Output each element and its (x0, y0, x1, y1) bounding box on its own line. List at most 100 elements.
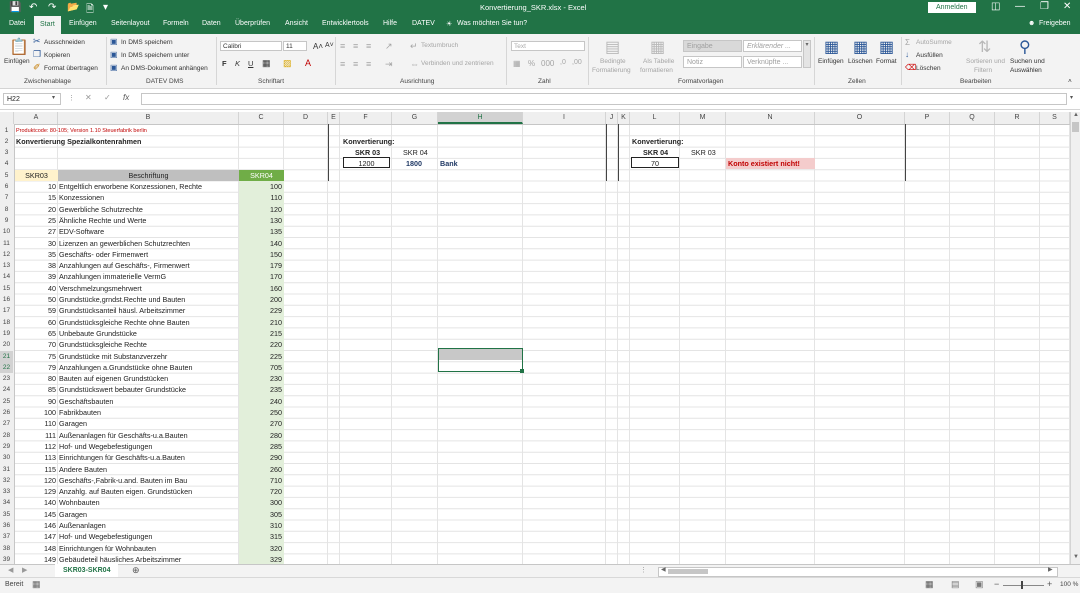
cell-beschriftung[interactable]: Anzahlungen a.Grundstücke ohne Bauten (59, 362, 238, 373)
tab-daten[interactable]: Daten (202, 20, 221, 27)
thousands-icon[interactable]: 000 (541, 59, 554, 68)
column-header-i[interactable]: I (523, 112, 606, 124)
cell-beschriftung[interactable]: Garagen (59, 418, 238, 429)
cell-skr04[interactable]: 320 (239, 543, 282, 554)
cell-skr04[interactable]: 110 (239, 192, 282, 203)
column-header-o[interactable]: O (815, 112, 905, 124)
open-icon[interactable]: 📂 (67, 2, 79, 13)
hscroll-thumb[interactable] (668, 569, 708, 574)
cell-beschriftung[interactable]: Unbebaute Grundstücke (59, 328, 238, 339)
format-painter-button[interactable]: Format übertragen (44, 65, 98, 72)
cell-skr03[interactable]: 146 (15, 520, 56, 531)
cell-skr03[interactable]: 110 (15, 418, 56, 429)
header-skr03[interactable]: SKR03 (15, 169, 58, 181)
column-header-q[interactable]: Q (950, 112, 995, 124)
column-header-l[interactable]: L (630, 112, 680, 124)
restore-icon[interactable]: ❐ (1040, 1, 1049, 12)
cell-skr04[interactable]: 229 (239, 305, 282, 316)
cell-beschriftung[interactable]: Konzessionen (59, 192, 238, 203)
find-select-label-2[interactable]: Auswählen (1010, 67, 1042, 74)
row-header-14[interactable]: 14 (0, 271, 13, 282)
next-sheet-icon[interactable]: ▶ (22, 566, 27, 574)
cell-beschriftung[interactable]: Grundstücksgleiche Rechte ohne Bauten (59, 317, 238, 328)
cell-beschriftung[interactable]: Grundstückswert bebauter Grundstücke (59, 384, 238, 395)
row-header-20[interactable]: 20 (0, 339, 13, 350)
formula-input[interactable] (141, 93, 1067, 105)
format-as-table-label-1[interactable]: Als Tabelle (643, 58, 674, 65)
row-header-31[interactable]: 31 (0, 464, 13, 475)
increase-decimal-icon[interactable]: ,0 (560, 59, 566, 66)
style-verknuepfte[interactable]: Verknüpfte ... (743, 56, 802, 68)
collapse-ribbon-icon[interactable]: ˄ (1068, 78, 1072, 85)
cell-beschriftung[interactable]: Grundstücke,grndst.Rechte und Bauten (59, 294, 238, 305)
row-header-34[interactable]: 34 (0, 497, 13, 508)
wrap-text-button[interactable]: Textumbruch (421, 42, 458, 49)
tab-start[interactable]: Start (34, 16, 61, 34)
cell-skr03[interactable]: 112 (15, 441, 56, 452)
cell-beschriftung[interactable]: Fabrikbauten (59, 407, 238, 418)
cell-skr03[interactable]: 60 (15, 317, 56, 328)
cell-skr04[interactable]: 179 (239, 260, 282, 271)
cell-skr03[interactable]: 50 (15, 294, 56, 305)
cell-skr04[interactable]: 130 (239, 215, 282, 226)
cell-skr03[interactable]: 129 (15, 486, 56, 497)
column-header-s[interactable]: S (1040, 112, 1070, 124)
row-header-23[interactable]: 23 (0, 373, 13, 384)
column-header-r[interactable]: R (995, 112, 1040, 124)
row-header-26[interactable]: 26 (0, 407, 13, 418)
cell-beschriftung[interactable]: Einrichtungen für Wohnbauten (59, 543, 238, 554)
row-header-13[interactable]: 13 (0, 260, 13, 271)
cell-skr04[interactable]: 140 (239, 238, 282, 249)
tab-seitenlayout[interactable]: Seitenlayout (111, 20, 150, 27)
cell-skr04[interactable]: 170 (239, 271, 282, 282)
close-icon[interactable]: ✕ (1063, 1, 1071, 12)
cell-skr03[interactable]: 40 (15, 283, 56, 294)
cell-skr03[interactable]: 30 (15, 238, 56, 249)
cell-skr03[interactable]: 113 (15, 452, 56, 463)
horizontal-scrollbar[interactable] (658, 567, 1058, 577)
conditional-format-label-2[interactable]: Formatierung (592, 67, 631, 74)
insert-function-icon[interactable]: fx (123, 93, 129, 102)
font-size-combo[interactable]: 11 (283, 41, 307, 51)
align-bottom-icon[interactable]: ≡ (366, 41, 371, 51)
cell-skr04[interactable]: 720 (239, 486, 282, 497)
dms-attach-button[interactable]: An DMS-Dokument anhängen (121, 65, 208, 72)
cell-skr03[interactable]: 90 (15, 396, 56, 407)
zoom-slider-thumb[interactable] (1021, 581, 1023, 589)
row-header-22[interactable]: 22 (0, 361, 13, 373)
tab-datev[interactable]: DATEV (412, 20, 435, 27)
row-header-7[interactable]: 7 (0, 192, 13, 203)
borders-icon[interactable]: ▦ (262, 58, 271, 69)
merge-center-button[interactable]: Verbinden und zentrieren (421, 60, 494, 67)
cell-a2-title[interactable]: Konvertierung Spezialkontenrahmen (16, 136, 141, 147)
cell-beschriftung[interactable]: Wohnbauten (59, 497, 238, 508)
percent-icon[interactable]: % (528, 59, 535, 68)
sort-filter-label-1[interactable]: Sortieren und (966, 58, 1005, 65)
row-header-4[interactable]: 4 (0, 158, 13, 169)
row-header-1[interactable]: 1 (0, 125, 13, 136)
row-header-3[interactable]: 3 (0, 147, 13, 158)
conv2-input[interactable]: 70 (631, 157, 679, 169)
cell-beschriftung[interactable]: Bauten auf eigenen Grundstücken (59, 373, 238, 384)
cell-beschriftung[interactable]: Geschäftsbauten (59, 396, 238, 407)
minimize-icon[interactable]: — (1015, 1, 1025, 12)
row-header-21[interactable]: 21 (0, 350, 13, 362)
cell-beschriftung[interactable]: Andere Bauten (59, 464, 238, 475)
row-header-30[interactable]: 30 (0, 452, 13, 463)
find-select-label-1[interactable]: Suchen und (1010, 58, 1045, 65)
clear-button[interactable]: Löschen (916, 65, 941, 72)
bold-icon[interactable]: F (222, 59, 227, 68)
vertical-scrollbar[interactable]: ▲ ▼ (1070, 112, 1080, 564)
fill-handle[interactable] (520, 369, 524, 373)
row-header-6[interactable]: 6 (0, 181, 13, 192)
row-header-25[interactable]: 25 (0, 396, 13, 407)
cell-skr03[interactable]: 59 (15, 305, 56, 316)
column-header-k[interactable]: K (618, 112, 630, 124)
row-header-9[interactable]: 9 (0, 215, 13, 226)
row-header-10[interactable]: 10 (0, 226, 13, 237)
style-eingabe[interactable]: Eingabe (683, 40, 742, 52)
cell-skr03[interactable]: 140 (15, 497, 56, 508)
underline-icon[interactable]: U (248, 59, 253, 68)
style-notiz[interactable]: Notiz (683, 56, 742, 68)
cell-skr04[interactable]: 120 (239, 204, 282, 215)
